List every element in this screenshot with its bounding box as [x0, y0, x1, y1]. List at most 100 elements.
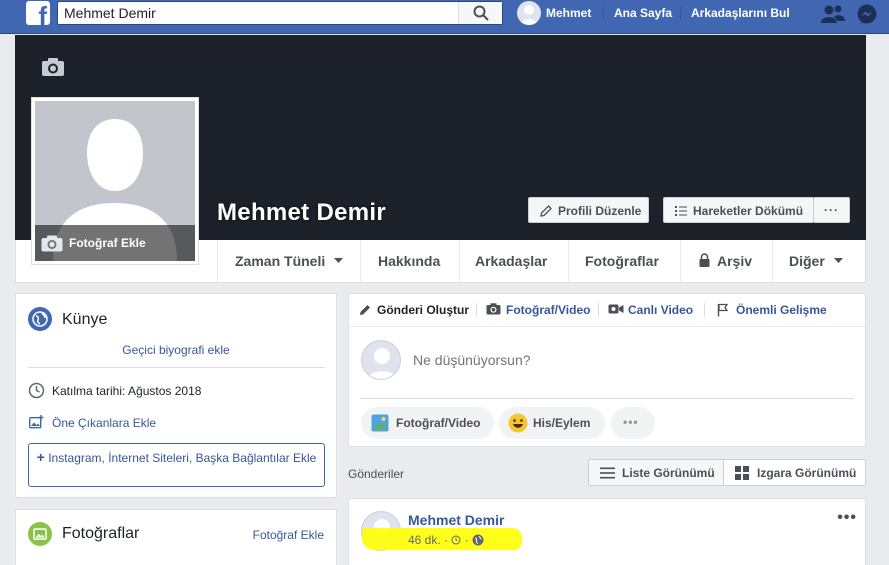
user-avatar[interactable]	[517, 1, 541, 25]
top-navigation-bar: f Mehmet Ana Sayfa Arkadaşlarını Bul	[0, 0, 889, 34]
intro-card: Künye Geçici biyografi ekle Katılma tari…	[15, 293, 337, 498]
photo-icon	[371, 414, 389, 432]
divider	[28, 367, 325, 368]
photos-card: Fotoğraflar Fotoğraf Ekle	[15, 509, 337, 565]
find-friends-link[interactable]: Arkadaşlarını Bul	[691, 6, 790, 20]
camera-icon[interactable]	[41, 57, 65, 77]
profile-link[interactable]: Mehmet	[546, 6, 591, 20]
tab-photo-video[interactable]: Fotoğraf/Video	[506, 303, 590, 317]
tab-label: Arkadaşlar	[475, 253, 548, 269]
post-timestamp[interactable]: 46 dk.	[408, 533, 441, 547]
profile-picture[interactable]: Fotoğraf Ekle	[31, 97, 199, 265]
photo-video-action-label: Fotoğraf/Video	[396, 416, 481, 430]
featured-photo-icon	[29, 415, 44, 429]
add-photo-label: Fotoğraf Ekle	[69, 236, 146, 250]
grid-view-button[interactable]: Izgara Görünümü	[723, 459, 866, 486]
video-camera-icon	[608, 304, 624, 314]
tab-label: Zaman Tüneli	[235, 253, 326, 269]
feeling-action-button[interactable]: His/Eylem	[499, 407, 605, 439]
tab-more[interactable]: Diğer	[772, 240, 867, 282]
composer-avatar	[361, 340, 401, 380]
facebook-logo[interactable]: f	[26, 1, 50, 25]
tab-timeline[interactable]: Zaman Tüneli	[217, 240, 360, 282]
more-dots-icon: •••	[623, 415, 639, 429]
add-links-label: Instagram, İnternet Siteleri, Başka Bağl…	[48, 451, 317, 465]
avatar-silhouette-icon	[520, 5, 538, 25]
tab-photos[interactable]: Fotoğraflar	[568, 240, 680, 282]
lock-icon	[699, 253, 710, 267]
tab-label: Diğer	[789, 253, 825, 269]
list-icon	[675, 206, 687, 216]
posts-section-label: Gönderiler	[348, 467, 405, 481]
list-view-button[interactable]: Liste Görünümü	[588, 459, 724, 486]
add-profile-photo-button[interactable]: Fotoğraf Ekle	[35, 225, 195, 261]
messenger-icon[interactable]	[856, 4, 878, 26]
home-link[interactable]: Ana Sayfa	[614, 6, 672, 20]
edit-profile-label: Profili Düzenle	[558, 204, 642, 218]
divider	[598, 303, 599, 317]
camera-icon	[41, 235, 63, 252]
search-button[interactable]	[458, 2, 502, 24]
more-actions-button[interactable]: •••	[611, 407, 655, 439]
tab-friends[interactable]: Arkadaşlar	[459, 240, 568, 282]
join-date: Katılma tarihi: Ağustos 2018	[52, 384, 202, 398]
post-meta: 46 dk. · ·	[408, 533, 484, 547]
activity-log-label: Hareketler Dökümü	[693, 204, 804, 218]
profile-name[interactable]: Mehmet Demir	[217, 199, 386, 227]
grid-view-label: Izgara Görünümü	[757, 466, 857, 480]
nav-divider	[603, 7, 604, 21]
temporary-bio-link[interactable]: Geçici biyografi ekle	[16, 343, 336, 357]
clock-icon	[28, 382, 45, 399]
photos-title: Fotoğraflar	[62, 525, 140, 542]
pencil-icon	[540, 205, 552, 217]
add-links-button[interactable]: + Instagram, İnternet Siteleri, Başka Ba…	[28, 443, 325, 487]
divider	[361, 398, 854, 399]
more-options-icon: ···	[824, 203, 839, 217]
tab-archive[interactable]: Arşiv	[680, 240, 772, 282]
tab-create-post[interactable]: Gönderi Oluştur	[377, 303, 469, 317]
clock-icon	[451, 535, 461, 545]
tab-label: Arşiv	[717, 253, 753, 269]
tab-label: Hakkında	[378, 253, 441, 269]
post-composer: Gönderi Oluştur Fotoğraf/Video Canlı Vid…	[348, 293, 866, 447]
edit-profile-button[interactable]: Profili Düzenle	[528, 197, 649, 223]
add-featured-link[interactable]: Öne Çıkanlara Ekle	[52, 416, 156, 430]
logo-glyph: f	[38, 1, 47, 25]
list-view-icon	[600, 467, 615, 479]
meta-dot: ·	[444, 533, 452, 547]
smiley-icon	[508, 413, 528, 433]
profile-picture-frame: Fotoğraf Ekle	[35, 101, 195, 261]
divider	[704, 303, 705, 317]
search-icon	[473, 5, 489, 21]
flag-icon	[717, 303, 729, 317]
post-header: Mehmet Demir 46 dk. · ·	[348, 498, 866, 565]
pencil-icon	[360, 305, 370, 315]
add-photo-link[interactable]: Fotoğraf Ekle	[253, 528, 324, 542]
tab-live-video[interactable]: Canlı Video	[628, 303, 693, 317]
search-input[interactable]	[64, 4, 454, 22]
caret-down-icon	[334, 258, 343, 263]
public-globe-icon[interactable]	[472, 534, 484, 546]
photos-icon	[28, 522, 52, 546]
globe-icon	[28, 307, 52, 331]
grid-view-icon	[735, 466, 749, 480]
photo-video-action-button[interactable]: Fotoğraf/Video	[361, 407, 494, 439]
tab-label: Fotoğraflar	[585, 253, 659, 269]
friend-requests-icon[interactable]	[820, 4, 846, 24]
more-options-button[interactable]: ···	[813, 197, 850, 223]
caret-down-icon	[834, 258, 843, 263]
post-author-name[interactable]: Mehmet Demir	[408, 512, 504, 528]
divider	[476, 303, 477, 317]
feeling-action-label: His/Eylem	[533, 416, 591, 430]
camera-icon	[486, 303, 501, 315]
status-input[interactable]	[413, 352, 833, 368]
tab-about[interactable]: Hakkında	[360, 240, 459, 282]
tab-life-event[interactable]: Önemli Gelişme	[736, 303, 827, 317]
list-view-label: Liste Görünümü	[622, 466, 715, 480]
activity-log-button[interactable]: Hareketler Dökümü	[663, 197, 814, 223]
nav-divider	[680, 7, 681, 21]
divider	[349, 326, 865, 327]
plus-icon: +	[36, 449, 45, 465]
meta-dot: ·	[464, 533, 473, 547]
search-box	[57, 1, 503, 25]
